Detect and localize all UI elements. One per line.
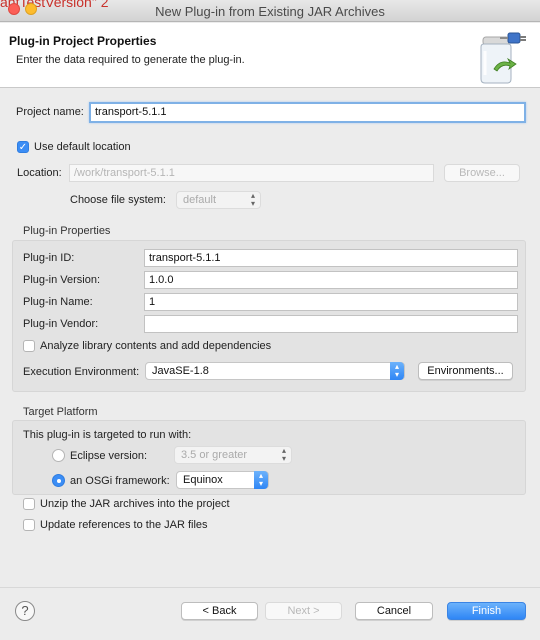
target-platform-title: Target Platform xyxy=(23,406,98,418)
file-system-value: default xyxy=(183,194,217,206)
plugin-name-input[interactable]: 1 xyxy=(144,293,518,311)
page-description: Enter the data required to generate the … xyxy=(16,54,245,66)
eclipse-version-select[interactable]: 3.5 or greater ▴ ▾ xyxy=(174,446,292,464)
chevron-updown-icon: ▴ ▾ xyxy=(281,446,286,463)
osgi-framework-select[interactable]: Equinox ▴ ▾ xyxy=(176,471,269,489)
next-button[interactable]: Next > xyxy=(265,602,342,620)
analyze-library-label: Analyze library contents and add depende… xyxy=(40,340,272,352)
project-name-input[interactable]: transport-5.1.1 xyxy=(89,102,526,123)
update-references-checkbox[interactable] xyxy=(23,519,35,531)
eclipse-version-value: 3.5 or greater xyxy=(181,449,248,461)
use-default-location-label: Use default location xyxy=(34,141,131,153)
project-name-label: Project name: xyxy=(16,106,84,118)
plugin-vendor-input[interactable] xyxy=(144,315,518,333)
location-input[interactable]: /work/transport-5.1.1 xyxy=(69,164,434,182)
environments-button[interactable]: Environments... xyxy=(418,362,513,380)
finish-button[interactable]: Finish xyxy=(447,602,526,620)
page-title: Plug-in Project Properties xyxy=(9,34,157,48)
file-system-select[interactable]: default ▴ ▾ xyxy=(176,191,261,209)
execution-environment-value: JavaSE-1.8 xyxy=(152,365,209,377)
plugin-version-label: Plug-in Version: xyxy=(23,274,101,286)
use-default-location-checkbox[interactable]: ✓ xyxy=(17,141,29,153)
wizard-header: Plug-in Project Properties Enter the dat… xyxy=(0,23,540,88)
window-title: New Plug-in from Existing JAR Archives xyxy=(155,4,385,19)
chevron-updown-icon: ▴ ▾ xyxy=(254,471,268,489)
analyze-library-checkbox[interactable] xyxy=(23,340,35,352)
osgi-framework-label: an OSGi framework: xyxy=(70,475,170,487)
plugin-id-input[interactable]: transport-5.1.1 xyxy=(144,249,518,267)
plugin-name-label: Plug-in Name: xyxy=(23,296,93,308)
update-references-label: Update references to the JAR files xyxy=(40,519,208,531)
plugin-properties-title: Plug-in Properties xyxy=(23,225,111,237)
plugin-id-label: Plug-in ID: xyxy=(23,252,75,264)
browse-button[interactable]: Browse... xyxy=(444,164,520,182)
execution-environment-label: Execution Environment: xyxy=(23,366,140,378)
back-button[interactable]: < Back xyxy=(181,602,258,620)
window-titlebar: antTestVersion" 2 New Plug-in from Exist… xyxy=(0,0,540,22)
footer-separator xyxy=(0,587,540,588)
plugin-vendor-label: Plug-in Vendor: xyxy=(23,318,99,330)
file-system-label: Choose file system: xyxy=(70,194,166,206)
chevron-updown-icon: ▴ ▾ xyxy=(390,362,404,380)
osgi-framework-value: Equinox xyxy=(183,474,223,486)
location-label: Location: xyxy=(17,167,62,179)
jar-plugin-icon xyxy=(480,32,526,84)
target-intro-text: This plug-in is targeted to run with: xyxy=(23,429,192,441)
chevron-updown-icon: ▴ ▾ xyxy=(250,191,255,208)
help-icon[interactable]: ? xyxy=(15,601,35,621)
cancel-button[interactable]: Cancel xyxy=(355,602,433,620)
osgi-framework-radio[interactable] xyxy=(52,474,65,487)
unzip-jar-checkbox[interactable] xyxy=(23,498,35,510)
plugin-version-input[interactable]: 1.0.0 xyxy=(144,271,518,289)
execution-environment-select[interactable]: JavaSE-1.8 ▴ ▾ xyxy=(145,362,405,380)
eclipse-version-radio[interactable] xyxy=(52,449,65,462)
eclipse-version-label: Eclipse version: xyxy=(70,450,148,462)
unzip-jar-label: Unzip the JAR archives into the project xyxy=(40,498,230,510)
